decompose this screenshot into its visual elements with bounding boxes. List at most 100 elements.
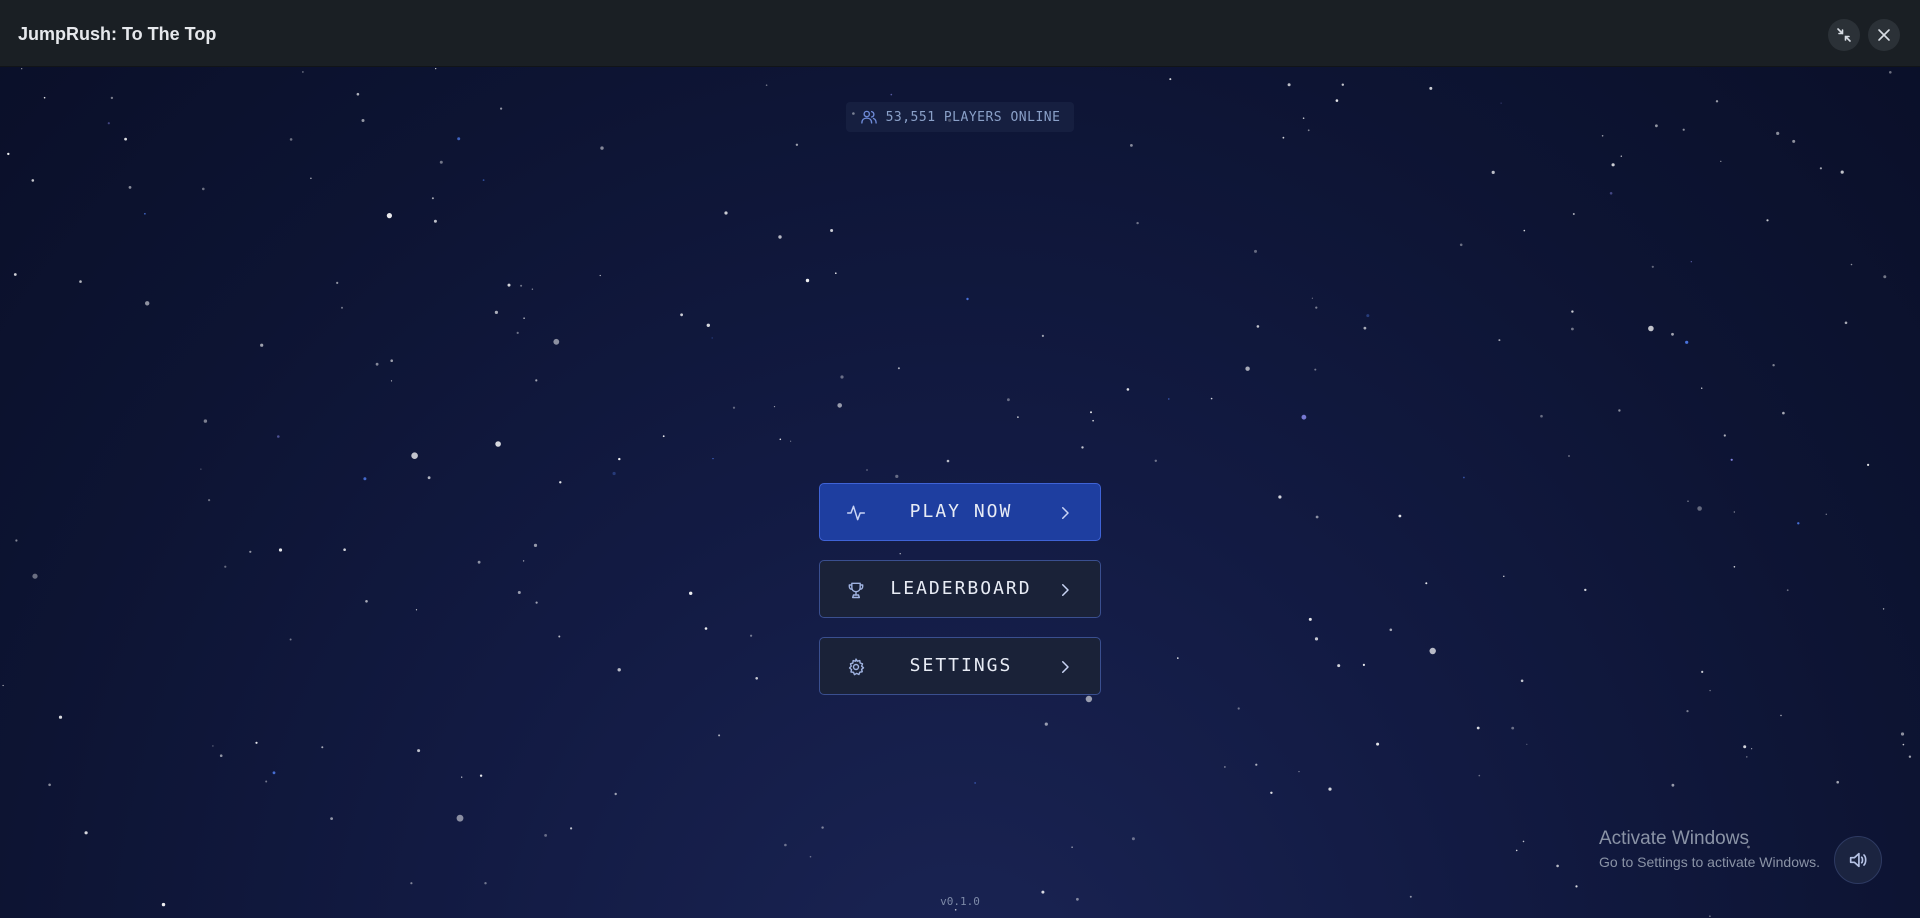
star	[1154, 459, 1158, 462]
star	[277, 435, 280, 438]
star	[363, 477, 367, 481]
star	[795, 143, 799, 146]
star	[1655, 124, 1658, 128]
star	[386, 213, 392, 219]
star	[1126, 388, 1130, 391]
star	[1092, 419, 1094, 422]
star	[1131, 837, 1135, 841]
star	[1671, 332, 1674, 336]
star	[1782, 411, 1785, 415]
star	[533, 543, 538, 547]
star	[1733, 566, 1736, 568]
star	[1311, 297, 1313, 299]
star	[500, 107, 503, 110]
star	[1270, 791, 1273, 794]
star	[289, 138, 293, 141]
star	[13, 273, 17, 276]
star	[341, 306, 343, 309]
star	[482, 179, 485, 181]
star	[224, 565, 227, 568]
star	[110, 96, 114, 100]
star	[1007, 398, 1010, 402]
star	[107, 122, 110, 125]
star	[1522, 840, 1525, 843]
star	[1671, 783, 1675, 787]
close-button[interactable]	[1868, 19, 1900, 51]
star	[361, 119, 365, 122]
leaderboard-button[interactable]: LEADERBOARD	[819, 560, 1101, 618]
exit-fullscreen-button[interactable]	[1828, 19, 1860, 51]
star	[145, 301, 150, 306]
star	[718, 734, 721, 737]
star	[599, 274, 601, 277]
star	[1908, 755, 1912, 758]
star	[704, 627, 708, 630]
star	[890, 93, 893, 96]
star	[1511, 726, 1515, 730]
star	[330, 817, 333, 820]
chevron-right-icon	[1062, 507, 1069, 519]
star	[58, 715, 63, 719]
star	[435, 68, 437, 70]
star	[1090, 411, 1092, 414]
star	[427, 476, 431, 480]
play-now-button[interactable]: PLAY NOW	[819, 483, 1101, 541]
star	[1686, 710, 1689, 713]
settings-button[interactable]: SETTINGS	[819, 637, 1101, 695]
star	[1572, 213, 1575, 215]
star	[1337, 664, 1341, 668]
star	[1500, 102, 1502, 104]
star	[662, 435, 665, 438]
star	[1850, 263, 1853, 266]
star	[1177, 657, 1179, 659]
star	[203, 419, 208, 423]
star	[321, 746, 324, 749]
star	[289, 638, 292, 641]
star	[522, 560, 525, 562]
star	[544, 834, 547, 837]
star	[144, 213, 146, 215]
star	[202, 187, 205, 191]
star	[1307, 129, 1310, 132]
star	[417, 749, 421, 753]
star	[1515, 849, 1518, 852]
star	[711, 337, 713, 339]
star	[1130, 144, 1133, 147]
star	[1498, 339, 1501, 342]
star	[48, 783, 51, 787]
star	[494, 310, 498, 314]
star	[1398, 514, 1402, 518]
star	[128, 186, 132, 189]
game-screen: JumpRush: To The Top 53,551 PLAYERS ONLI…	[0, 0, 1920, 918]
star	[1575, 885, 1578, 888]
star	[1503, 575, 1505, 577]
star	[1540, 414, 1543, 418]
star	[558, 635, 561, 638]
star	[1882, 608, 1885, 610]
star	[1526, 743, 1528, 745]
star	[614, 792, 617, 796]
star	[375, 362, 379, 366]
star	[1611, 163, 1615, 167]
star	[1733, 511, 1735, 513]
star	[778, 235, 782, 239]
star	[680, 313, 683, 317]
star	[779, 438, 782, 441]
star	[946, 459, 950, 463]
star	[535, 601, 538, 604]
star	[411, 452, 418, 460]
star	[255, 741, 258, 744]
star	[1308, 617, 1312, 621]
star	[689, 591, 693, 595]
star	[31, 179, 35, 182]
star	[1425, 582, 1428, 585]
star	[1298, 771, 1300, 773]
star	[1682, 128, 1685, 131]
watermark-title: Activate Windows	[1599, 828, 1749, 849]
players-online-badge: 53,551 PLAYERS ONLINE	[846, 102, 1074, 132]
star	[1743, 745, 1747, 749]
star	[495, 441, 501, 447]
star	[765, 84, 768, 86]
sound-toggle-button[interactable]	[1834, 836, 1882, 884]
star	[866, 469, 868, 471]
